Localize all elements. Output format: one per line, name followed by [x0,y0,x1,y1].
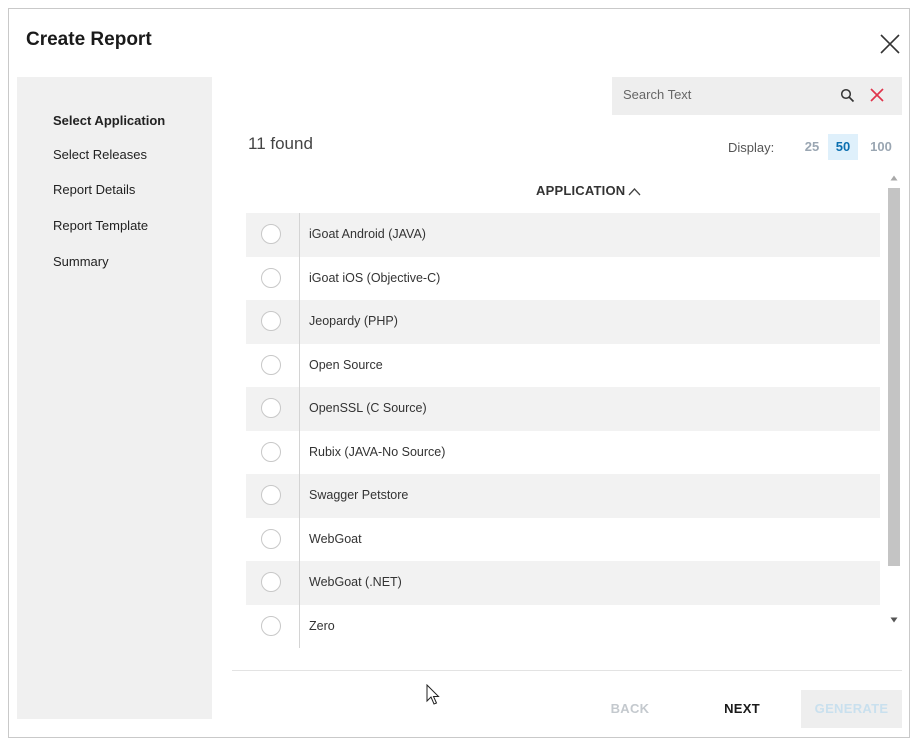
application-name: WebGoat [309,531,362,546]
radio-icon[interactable] [261,354,281,375]
clear-icon[interactable] [868,86,886,104]
radio-icon[interactable] [261,224,281,244]
table-row[interactable]: WebGoat (.NET) [246,561,880,605]
step-summary[interactable]: Summary [53,254,109,269]
table-row[interactable]: Swagger Petstore [246,474,880,518]
search-box [612,77,902,115]
table-row[interactable]: OpenSSL (C Source) [246,387,880,431]
radio-icon[interactable] [261,398,281,418]
application-name: Jeopardy (PHP) [309,314,398,328]
scroll-up-icon[interactable] [890,174,898,182]
scroll-down-icon[interactable] [890,616,898,624]
table-scrollbar[interactable] [886,170,902,640]
wizard-steps-sidebar: Select Application Select Releases Repor… [17,77,212,719]
table-row[interactable]: Rubix (JAVA-No Source) [246,430,880,474]
mouse-cursor-icon [426,684,440,705]
step-report-details[interactable]: Report Details [53,182,135,197]
application-name: Swagger Petstore [309,488,409,502]
radio-icon[interactable] [261,572,281,592]
table-row[interactable]: iGoat iOS (Objective-C) [246,256,880,300]
table-row[interactable]: Jeopardy (PHP) [246,300,880,344]
application-name: iGoat Android (JAVA) [309,227,426,241]
application-name: Rubix (JAVA-No Source) [309,444,446,459]
page-size-100[interactable]: 100 [864,134,898,160]
footer-divider [232,670,902,671]
search-input[interactable] [623,87,823,102]
radio-icon[interactable] [261,615,281,636]
radio-icon[interactable] [261,311,281,331]
display-label: Display: [728,140,775,155]
page-size-50[interactable]: 50 [828,134,858,160]
back-button[interactable]: BACK [600,690,660,728]
application-name: OpenSSL (C Source) [309,401,427,415]
chevron-up-icon [628,188,641,196]
applications-table: iGoat Android (JAVA) iGoat iOS (Objectiv… [246,213,880,648]
close-icon[interactable] [877,31,903,57]
radio-icon[interactable] [261,267,281,288]
radio-icon[interactable] [261,528,281,549]
application-name: WebGoat (.NET) [309,575,402,589]
step-select-releases[interactable]: Select Releases [53,147,147,162]
table-row[interactable]: Open Source [246,343,880,387]
application-name: iGoat iOS (Objective-C) [309,270,441,285]
table-row[interactable]: WebGoat [246,517,880,561]
radio-icon[interactable] [261,485,281,505]
page-size-25[interactable]: 25 [799,134,825,160]
next-button[interactable]: NEXT [712,690,772,728]
application-name: Zero [309,618,335,633]
search-icon[interactable] [840,88,855,103]
step-select-application[interactable]: Select Application [53,113,165,128]
results-count: 11 found [248,134,313,153]
step-report-template[interactable]: Report Template [53,218,148,233]
table-row[interactable]: Zero [246,604,880,648]
table-row[interactable]: iGoat Android (JAVA) [246,213,880,257]
generate-button[interactable]: GENERATE [801,690,902,728]
application-column-label: APPLICATION [536,183,626,198]
application-name: Open Source [309,357,383,372]
scroll-thumb[interactable] [888,188,900,566]
radio-icon[interactable] [261,441,281,462]
application-column-header[interactable]: APPLICATION [536,183,641,198]
dialog-title: Create Report [26,29,152,50]
